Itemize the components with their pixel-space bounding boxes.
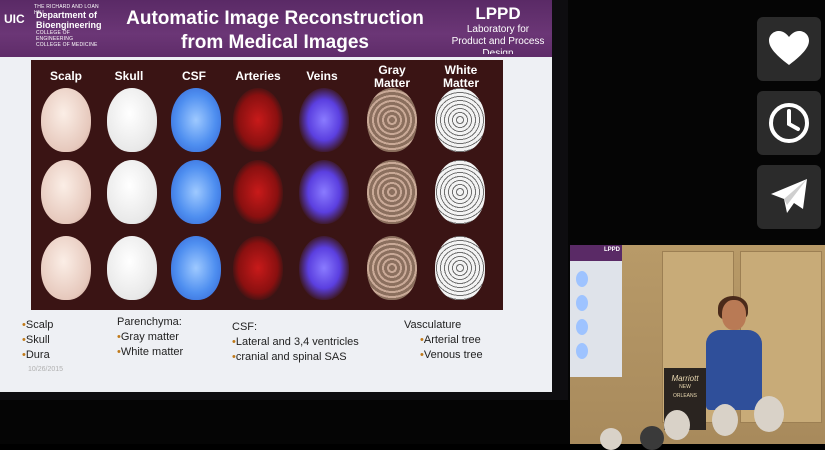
podium-sign: Marriott NEW ORLEANS xyxy=(671,374,699,399)
veins-image xyxy=(299,236,349,300)
audience-head xyxy=(664,410,690,440)
white-matter-image xyxy=(435,160,485,224)
skull-image xyxy=(107,236,157,300)
video-frame[interactable]: THE RICHARD AND LOAN HILL UIC Department… xyxy=(0,0,825,450)
veins-image xyxy=(299,88,349,152)
skull-image xyxy=(107,88,157,152)
arteries-image xyxy=(233,160,283,224)
watch-later-button[interactable] xyxy=(757,91,821,155)
column-label-arteries: Arteries xyxy=(235,69,281,83)
share-button[interactable] xyxy=(757,165,821,229)
white-matter-image xyxy=(435,88,485,152)
clock-icon xyxy=(769,103,809,143)
slide-title: Automatic Image Reconstruction from Medi… xyxy=(126,8,424,53)
notes-csf: CSF: Lateral and 3,4 ventricles cranial … xyxy=(232,320,359,365)
scalp-image xyxy=(41,236,91,300)
column-label-skull: Skull xyxy=(114,69,144,83)
white-matter-image xyxy=(435,236,485,300)
notes-vasculature: Vasculature Arterial tree Venous tree xyxy=(404,318,483,363)
uic-logo: THE RICHARD AND LOAN HILL UIC Department… xyxy=(4,4,104,50)
mini-brain-image xyxy=(576,295,588,311)
scalp-image xyxy=(41,88,91,152)
speaker-head xyxy=(722,300,746,330)
column-label-scalp: Scalp xyxy=(49,69,82,83)
veins-image xyxy=(299,160,349,224)
notes-parenchyma: Parenchyma: Gray matter White matter xyxy=(117,315,183,360)
projection-screen: THE RICHARD AND LOAN HILL UIC Department… xyxy=(0,0,568,400)
mini-brain-image xyxy=(576,343,588,359)
column-label-white-matter: White Matter xyxy=(442,63,479,90)
uic-mark: UIC xyxy=(4,12,25,26)
department-name: Department of Bioengineering COLLEGE OF … xyxy=(36,10,102,48)
speaker xyxy=(706,330,762,410)
paper-plane-icon xyxy=(771,179,807,213)
lab-logo: LPPD Laboratory for Product and Process … xyxy=(451,4,545,54)
secondary-screen: LPPD xyxy=(570,245,622,377)
csf-image xyxy=(171,88,221,152)
column-label-gray-matter: Gray Matter xyxy=(373,63,410,90)
secondary-screen-label: LPPD xyxy=(603,247,620,253)
slide-header: THE RICHARD AND LOAN HILL UIC Department… xyxy=(0,0,552,57)
gray-matter-image xyxy=(367,160,417,224)
csf-image xyxy=(171,160,221,224)
audience-head xyxy=(754,396,784,432)
audience-head xyxy=(712,404,738,436)
heart-icon xyxy=(769,31,809,65)
column-label-csf: CSF xyxy=(182,69,206,83)
gray-matter-image xyxy=(367,88,417,152)
slide-date: 10/26/2015 xyxy=(28,366,64,373)
notes-tissues: Scalp Skull Dura xyxy=(22,318,54,363)
gray-matter-image xyxy=(367,236,417,300)
mini-brain-image xyxy=(576,319,588,335)
column-label-veins: Veins xyxy=(306,69,338,83)
arteries-image xyxy=(233,88,283,152)
presentation-slide: THE RICHARD AND LOAN HILL UIC Department… xyxy=(0,0,552,392)
skull-image xyxy=(107,160,157,224)
scalp-image xyxy=(41,160,91,224)
brain-reconstruction-panel: Scalp Skull CSF Arteries Veins Gray Matt… xyxy=(31,60,503,310)
arteries-image xyxy=(233,236,283,300)
csf-image xyxy=(171,236,221,300)
like-button[interactable] xyxy=(757,17,821,81)
audience-head xyxy=(640,426,664,450)
audience-head xyxy=(600,428,622,450)
mini-brain-image xyxy=(576,271,588,287)
